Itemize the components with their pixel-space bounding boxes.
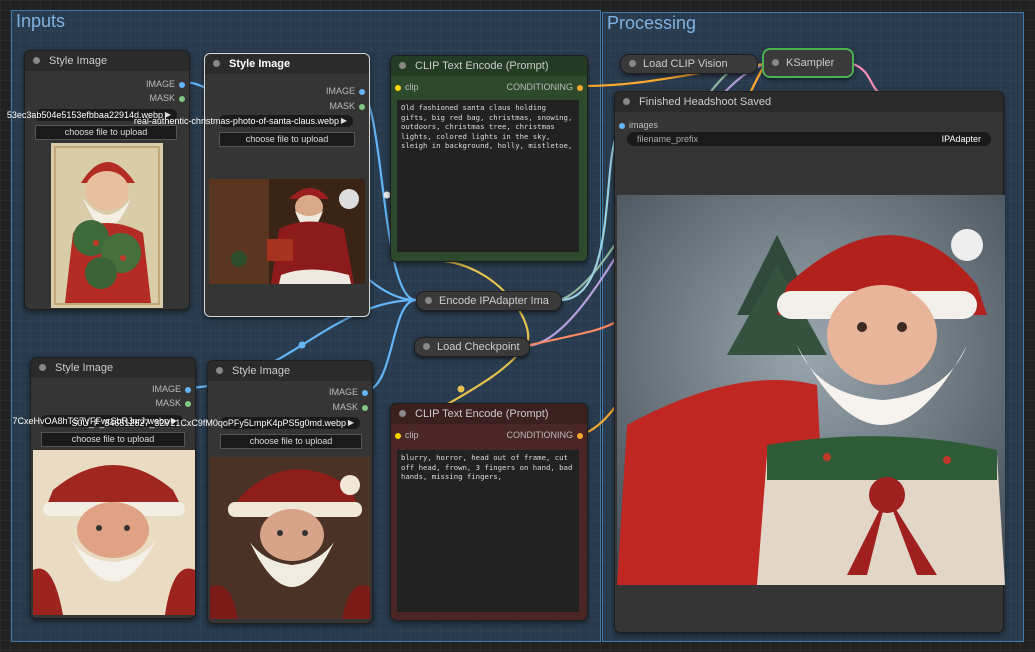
save-image-node[interactable]: Finished Headshoot Saved images filename… xyxy=(614,91,1005,633)
prompt-text-input[interactable]: blurry, horror, head out of frame, cut o… xyxy=(397,450,579,612)
collapse-dot-icon[interactable] xyxy=(399,410,406,417)
output-mask[interactable]: MASK xyxy=(149,93,185,103)
collapse-dot-icon[interactable] xyxy=(39,364,46,371)
output-mask[interactable]: MASK xyxy=(329,101,365,111)
output-mask[interactable]: MASK xyxy=(155,398,191,408)
collapse-dot-icon[interactable] xyxy=(623,98,630,105)
collapse-dot-icon[interactable] xyxy=(629,60,636,67)
output-image[interactable]: IMAGE xyxy=(326,86,365,96)
node-title[interactable]: CLIP Text Encode (Prompt) xyxy=(391,56,587,76)
image-file-select[interactable]: S0U_F_346512627_32V21CxC9fM0qoPFy5LmpK4p… xyxy=(71,417,360,429)
output-image[interactable]: IMAGE xyxy=(329,387,368,397)
collapse-dot-icon[interactable] xyxy=(33,57,40,64)
output-image[interactable]: IMAGE xyxy=(146,79,185,89)
node-title[interactable]: Style Image xyxy=(205,54,369,74)
style-image-preview xyxy=(210,457,370,619)
choose-file-button[interactable]: choose file to upload xyxy=(219,132,355,147)
style-image-node-3[interactable]: Style Image IMAGE MASK 7CxeHvOA8hTS7VFFw… xyxy=(12,357,196,619)
group-title-inputs: Inputs xyxy=(16,11,66,31)
load-checkpoint-node[interactable]: Load Checkpoint xyxy=(414,337,530,357)
choose-file-button[interactable]: choose file to upload xyxy=(35,125,177,140)
ksampler-node[interactable]: KSampler xyxy=(762,48,854,78)
input-images[interactable]: images xyxy=(619,120,658,130)
load-clip-vision-node[interactable]: Load CLIP Vision xyxy=(620,54,758,74)
output-image-preview xyxy=(617,195,1005,585)
collapse-dot-icon[interactable] xyxy=(216,367,223,374)
style-image-node-2[interactable]: Style Image IMAGE MASK real-authentic-ch… xyxy=(134,53,370,317)
node-title[interactable]: Style Image xyxy=(208,361,372,381)
group-title-processing: Processing xyxy=(607,13,697,33)
input-clip[interactable]: clip xyxy=(395,82,419,92)
filename-prefix-field[interactable]: filename_prefix IPAdapter xyxy=(627,132,991,146)
node-title[interactable]: Style Image xyxy=(31,358,195,378)
filename-prefix-label: filename_prefix xyxy=(637,134,699,144)
node-title[interactable]: CLIP Text Encode (Prompt) xyxy=(391,404,587,424)
choose-file-button[interactable]: choose file to upload xyxy=(41,432,185,447)
clip-text-encode-negative[interactable]: CLIP Text Encode (Prompt) clip CONDITION… xyxy=(390,403,588,621)
input-clip[interactable]: clip xyxy=(395,430,419,440)
clip-text-encode-positive[interactable]: CLIP Text Encode (Prompt) clip CONDITION… xyxy=(390,55,588,262)
play-arrow-icon: ▶ xyxy=(340,116,347,125)
node-title[interactable]: Finished Headshoot Saved xyxy=(615,92,1003,112)
style-image-preview xyxy=(33,450,195,615)
collapse-dot-icon[interactable] xyxy=(399,62,406,69)
output-image[interactable]: IMAGE xyxy=(152,384,191,394)
style-image-preview xyxy=(51,143,163,308)
play-arrow-icon: ▶ xyxy=(347,418,354,427)
style-image-node-4[interactable]: Style Image IMAGE MASK S0U_F_346512627_3… xyxy=(71,360,373,624)
filename-prefix-value: IPAdapter xyxy=(941,134,981,144)
node-title[interactable]: Style Image xyxy=(25,51,189,71)
style-image-node-1[interactable]: Style Image IMAGE MASK 53ec3ab504e5153ef… xyxy=(7,50,190,310)
output-conditioning[interactable]: CONDITIONING xyxy=(507,82,583,92)
collapse-dot-icon[interactable] xyxy=(213,60,220,67)
collapse-dot-icon[interactable] xyxy=(772,59,779,66)
output-mask[interactable]: MASK xyxy=(332,402,368,412)
prompt-text-input[interactable]: Old fashioned santa claus holding gifts,… xyxy=(397,100,579,252)
collapse-dot-icon[interactable] xyxy=(423,343,430,350)
choose-file-button[interactable]: choose file to upload xyxy=(220,434,362,449)
image-file-select[interactable]: real-authentic-christmas-photo-of-santa-… xyxy=(134,115,353,127)
collapse-dot-icon[interactable] xyxy=(425,297,432,304)
output-conditioning[interactable]: CONDITIONING xyxy=(507,430,583,440)
style-image-preview xyxy=(209,179,365,284)
encode-ipadapter-node[interactable]: Encode IPAdapter Ima xyxy=(416,291,562,311)
